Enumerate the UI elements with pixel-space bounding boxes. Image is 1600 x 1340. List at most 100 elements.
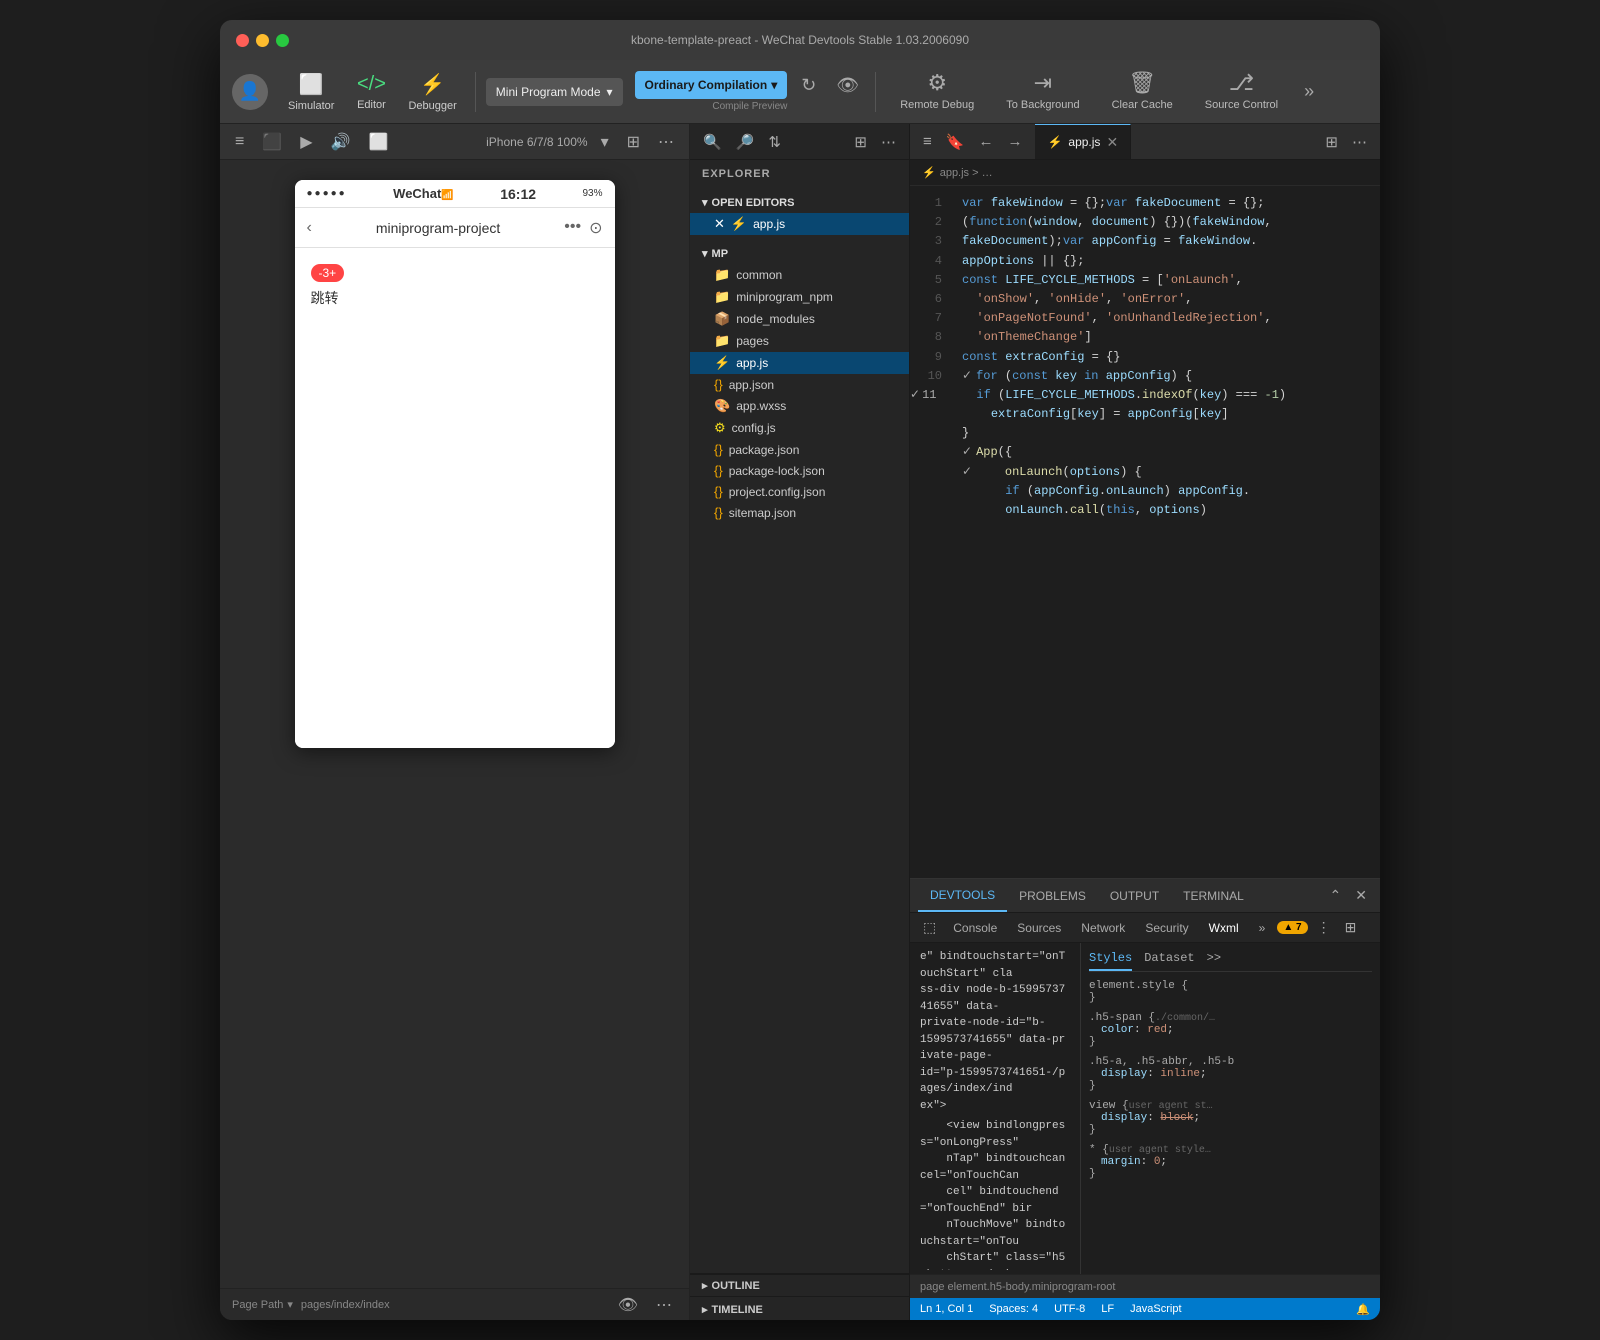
line-numbers: 12345 678910 ✓11 xyxy=(910,186,950,878)
devtools-tab-problems[interactable]: PROBLEMS xyxy=(1007,879,1098,912)
style-selector-view: view {user agent st… xyxy=(1089,1100,1372,1112)
editor-button[interactable]: </> Editor xyxy=(346,69,396,115)
sources-tab[interactable]: Sources xyxy=(1009,921,1069,935)
search2-icon-btn[interactable]: 🔎 xyxy=(731,130,760,154)
explorer-item-pages[interactable]: 📁 pages xyxy=(690,330,909,352)
split-editor-icon[interactable]: ⊞ xyxy=(1320,130,1343,154)
folder-icon-pages: 📁 xyxy=(714,333,730,349)
notification-icon[interactable]: 🔔 xyxy=(1356,1303,1370,1316)
toolbar-icon-btn-4[interactable]: 🔊 xyxy=(326,130,356,154)
devtools-tab-devtools[interactable]: DEVTOOLS xyxy=(918,879,1007,912)
more-tabs-icon[interactable]: » xyxy=(1251,921,1274,935)
network-tab[interactable]: Network xyxy=(1073,921,1133,935)
inspect-icon[interactable]: ⬚ xyxy=(918,917,941,938)
editor-tab-appjs[interactable]: ⚡ app.js ✕ xyxy=(1035,124,1131,159)
explorer-item-project-config[interactable]: {} project.config.json xyxy=(690,481,909,502)
devtools-tab-terminal[interactable]: TERMINAL xyxy=(1171,879,1256,912)
clear-cache-label: Clear Cache xyxy=(1112,99,1173,112)
debugger-label: Debugger xyxy=(408,100,456,112)
mini-program-mode-selector[interactable]: Mini Program Mode ▾ xyxy=(486,78,623,106)
to-background-icon: ⇥ xyxy=(1034,70,1052,96)
explorer-item-miniprogram-npm[interactable]: 📁 miniprogram_npm xyxy=(690,286,909,308)
tab-close-icon[interactable]: ✕ xyxy=(1106,134,1118,151)
bookmark-icon[interactable]: 🔖 xyxy=(941,130,970,154)
avatar: 👤 xyxy=(232,74,268,110)
code-line-4: appOptions || {}; xyxy=(962,252,1368,271)
styles-tab-styles[interactable]: Styles xyxy=(1089,947,1132,971)
search-icon-btn[interactable]: 🔍 xyxy=(698,130,727,154)
timeline-header[interactable]: ▸ TIMELINE xyxy=(702,1303,897,1316)
security-tab[interactable]: Security xyxy=(1137,921,1196,935)
simulator-button[interactable]: ⬜ Simulator xyxy=(280,68,342,116)
code-line-14: } xyxy=(962,424,1368,443)
open-editor-app-js[interactable]: ✕ ⚡ app.js xyxy=(690,213,909,235)
code-line-2: (function(window, document) {})(fakeWind… xyxy=(962,213,1368,232)
chevron-page-path-icon: ▾ xyxy=(287,1298,293,1311)
devtools-tab-actions: ⌃ ✕ xyxy=(1325,879,1372,912)
devtools-sub-settings-icon[interactable]: ⊞ xyxy=(1340,917,1362,938)
explorer-item-configjs[interactable]: ⚙ config.js xyxy=(690,417,909,439)
ordinary-compilation-button[interactable]: Ordinary Compilation ▾ xyxy=(635,71,788,99)
explorer-item-node-modules[interactable]: 📦 node_modules xyxy=(690,308,909,330)
toolbar-icon-btn-5[interactable]: ⬜ xyxy=(364,130,394,154)
simulator-label: Simulator xyxy=(288,100,334,112)
debugger-button[interactable]: ⚡ Debugger xyxy=(400,68,464,116)
nav-back-icon[interactable]: ← xyxy=(973,130,998,153)
code-editor[interactable]: var fakeWindow = {};var fakeDocument = {… xyxy=(950,186,1380,878)
to-background-label: To Background xyxy=(1006,99,1079,112)
close-button[interactable] xyxy=(236,34,249,47)
explorer-item-appwxss[interactable]: 🎨 app.wxss xyxy=(690,395,909,417)
outline-header[interactable]: ▸ OUTLINE xyxy=(702,1279,897,1292)
toolbar-icon-btn-3[interactable]: ▶ xyxy=(295,130,317,154)
preview-button[interactable]: 👁 xyxy=(830,72,865,99)
editor-more-icon[interactable]: ⋯ xyxy=(1347,130,1372,154)
editor-icon: </> xyxy=(357,73,386,96)
nav-forward-icon[interactable]: → xyxy=(1002,130,1027,153)
wxml-tab[interactable]: Wxml xyxy=(1201,921,1247,935)
editor-status-bar: Ln 1, Col 1 Spaces: 4 UTF-8 LF JavaScrip… xyxy=(910,1298,1380,1320)
explorer-item-common[interactable]: 📁 common xyxy=(690,264,909,286)
refresh-button[interactable]: ↻ xyxy=(795,72,822,99)
remote-debug-button[interactable]: ⚙ Remote Debug xyxy=(886,66,988,116)
console-tab[interactable]: Console xyxy=(945,921,1005,935)
wxml-line-2[interactable]: <view bindlongpress="onLongPress" nTap" … xyxy=(914,1116,1076,1270)
filter-icon-btn[interactable]: ⇅ xyxy=(763,130,786,154)
clear-cache-button[interactable]: 🗑 Clear Cache xyxy=(1098,66,1187,116)
line-wrap-icon[interactable]: ≡ xyxy=(918,130,937,153)
more-button[interactable]: » xyxy=(1296,77,1322,106)
wxml-line-1[interactable]: e" bindtouchstart="onTouchStart" cla ss-… xyxy=(914,947,1076,1116)
to-background-button[interactable]: ⇥ To Background xyxy=(992,66,1093,116)
open-editors-header[interactable]: ▾ OPEN EDITORS xyxy=(690,192,909,213)
explorer-item-appjson[interactable]: {} app.json xyxy=(690,374,909,395)
filename-pages: pages xyxy=(736,334,769,348)
device-chevron-icon[interactable]: ▾ xyxy=(596,130,614,154)
folder-icon-common: 📁 xyxy=(714,267,730,283)
explorer-item-package-lock[interactable]: {} package-lock.json xyxy=(690,460,909,481)
menu-icon-btn[interactable]: ⋯ xyxy=(876,130,901,154)
devtools-sub-more-icon[interactable]: ⋮ xyxy=(1312,917,1336,938)
toolbar-icon-btn-2[interactable]: ⬛ xyxy=(257,130,287,154)
sim-settings-icon[interactable]: ⋯ xyxy=(651,1293,677,1317)
explorer-item-appjs[interactable]: ⚡ app.js xyxy=(690,352,909,374)
page-path-label[interactable]: Page Path ▾ xyxy=(232,1298,293,1311)
explorer-item-packagejson[interactable]: {} package.json xyxy=(690,439,909,460)
eye-icon-btn[interactable]: 👁 xyxy=(613,1293,643,1317)
sim-more-icon[interactable]: ⋯ xyxy=(653,130,679,154)
toolbar-icon-btn-1[interactable]: ≡ xyxy=(230,131,249,153)
explorer-item-sitemap[interactable]: {} sitemap.json xyxy=(690,502,909,523)
devtools-panel: DEVTOOLS PROBLEMS OUTPUT TERMINAL ⌃ ✕ xyxy=(910,878,1380,1298)
prop-display: display xyxy=(1101,1068,1147,1080)
source-control-button[interactable]: ⎇ Source Control xyxy=(1191,66,1292,116)
split-icon-btn[interactable]: ⊞ xyxy=(849,130,872,154)
minimize-button[interactable] xyxy=(256,34,269,47)
devtools-collapse-icon[interactable]: ⌃ xyxy=(1325,885,1347,906)
split-view-icon[interactable]: ⊞ xyxy=(622,130,645,154)
devtools-close-icon[interactable]: ✕ xyxy=(1350,885,1372,906)
devtools-tab-output[interactable]: OUTPUT xyxy=(1098,879,1171,912)
style-close-h5a: } xyxy=(1089,1080,1372,1092)
styles-tab-more[interactable]: >> xyxy=(1207,947,1221,971)
mp-header[interactable]: ▾ MP xyxy=(690,243,909,264)
styles-tab-dataset[interactable]: Dataset xyxy=(1144,947,1194,971)
maximize-button[interactable] xyxy=(276,34,289,47)
remote-debug-label: Remote Debug xyxy=(900,99,974,112)
